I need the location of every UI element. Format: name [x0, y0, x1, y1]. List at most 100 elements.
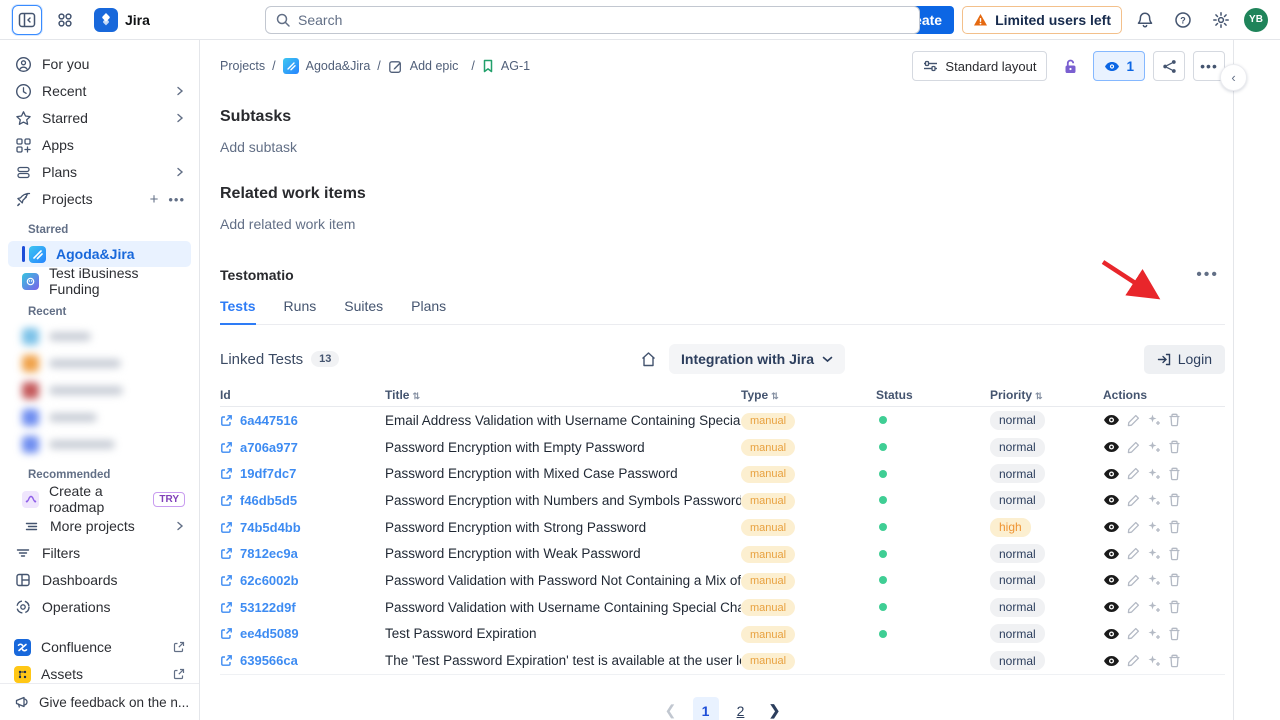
delete-test-icon[interactable] [1168, 413, 1181, 427]
add-subtask-button[interactable]: Add subtask [220, 139, 1225, 155]
app-switcher-button[interactable] [50, 5, 80, 35]
view-test-icon[interactable] [1103, 574, 1120, 586]
standard-layout-button[interactable]: Standard layout [912, 51, 1047, 81]
edit-test-icon[interactable] [1127, 467, 1140, 480]
sidebar-item-plans[interactable]: Plans [8, 159, 191, 185]
delete-test-icon[interactable] [1168, 600, 1181, 614]
view-test-icon[interactable] [1103, 441, 1120, 453]
delete-test-icon[interactable] [1168, 627, 1181, 641]
sidebar-item-starred[interactable]: Starred [8, 105, 191, 131]
test-id-link[interactable]: 7812ec9a [240, 546, 298, 561]
unlock-button[interactable] [1055, 51, 1085, 81]
login-button[interactable]: Login [1144, 345, 1225, 374]
notifications-button[interactable] [1130, 5, 1160, 35]
ai-sparkle-icon[interactable] [1147, 520, 1161, 534]
breadcrumb-issue-key[interactable]: AG-1 [501, 59, 530, 73]
help-button[interactable]: ? [1168, 5, 1198, 35]
edit-test-icon[interactable] [1127, 574, 1140, 587]
test-id-link[interactable]: 62c6002b [240, 573, 299, 588]
edit-test-icon[interactable] [1127, 414, 1140, 427]
add-related-work-button[interactable]: Add related work item [220, 216, 1225, 232]
ai-sparkle-icon[interactable] [1147, 654, 1161, 668]
breadcrumb-projects[interactable]: Projects [220, 59, 265, 73]
pagination-page-1[interactable]: 1 [693, 697, 719, 720]
delete-test-icon[interactable] [1168, 467, 1181, 481]
sidebar-item-operations[interactable]: Operations [8, 594, 191, 620]
delete-test-icon[interactable] [1168, 547, 1181, 561]
edit-test-icon[interactable] [1127, 521, 1140, 534]
column-header-priority[interactable]: Priority⇅ [990, 388, 1103, 402]
delete-test-icon[interactable] [1168, 493, 1181, 507]
collapse-panel-button[interactable]: ‹ [1220, 64, 1247, 91]
test-id-link[interactable]: f46db5d5 [240, 493, 297, 508]
recent-project-item[interactable] [8, 404, 191, 430]
edit-test-icon[interactable] [1127, 627, 1140, 640]
brand[interactable]: Jira [94, 8, 150, 32]
test-id-link[interactable]: 19df7dc7 [240, 466, 296, 481]
sidebar-item-for-you[interactable]: For you [8, 51, 191, 77]
share-button[interactable] [1153, 51, 1185, 81]
ai-sparkle-icon[interactable] [1147, 493, 1161, 507]
settings-button[interactable] [1206, 5, 1236, 35]
delete-test-icon[interactable] [1168, 573, 1181, 587]
edit-test-icon[interactable] [1127, 547, 1140, 560]
recent-project-item[interactable] [8, 323, 191, 349]
sidebar-item-recent[interactable]: Recent [8, 78, 191, 104]
ai-sparkle-icon[interactable] [1147, 627, 1161, 641]
ai-sparkle-icon[interactable] [1147, 413, 1161, 427]
test-id-link[interactable]: 639566ca [240, 653, 298, 668]
test-id-link[interactable]: 53122d9f [240, 600, 296, 615]
ai-sparkle-icon[interactable] [1147, 467, 1161, 481]
edit-test-icon[interactable] [1127, 654, 1140, 667]
view-test-icon[interactable] [1103, 521, 1120, 533]
sidebar-project-test-ibusiness[interactable]: Test iBusiness Funding [8, 268, 191, 294]
search-input[interactable] [265, 6, 920, 34]
view-test-icon[interactable] [1103, 414, 1120, 426]
view-test-icon[interactable] [1103, 494, 1120, 506]
test-id-link[interactable]: ee4d5089 [240, 626, 299, 641]
delete-test-icon[interactable] [1168, 520, 1181, 534]
recent-project-item[interactable] [8, 431, 191, 457]
sidebar-item-filters[interactable]: Filters [8, 540, 191, 566]
tab-plans[interactable]: Plans [411, 298, 446, 325]
projects-more-icon[interactable]: ••• [168, 192, 185, 207]
sidebar-toggle-button[interactable] [12, 5, 42, 35]
limited-users-button[interactable]: Limited users left [962, 6, 1122, 34]
breadcrumb-add-epic[interactable]: Add epic [410, 59, 459, 73]
delete-test-icon[interactable] [1168, 440, 1181, 454]
testomatio-more-icon[interactable]: ••• [1196, 266, 1225, 284]
view-test-icon[interactable] [1103, 548, 1120, 560]
give-feedback-button[interactable]: Give feedback on the n... [0, 683, 199, 720]
tab-tests[interactable]: Tests [220, 298, 256, 325]
ai-sparkle-icon[interactable] [1147, 547, 1161, 561]
sidebar-item-create-roadmap[interactable]: Create a roadmap TRY [8, 486, 191, 512]
user-avatar[interactable]: YB [1244, 8, 1268, 32]
test-id-link[interactable]: a706a977 [240, 440, 298, 455]
add-project-icon[interactable]: + [150, 191, 159, 208]
ai-sparkle-icon[interactable] [1147, 440, 1161, 454]
recent-project-item[interactable] [8, 377, 191, 403]
recent-project-item[interactable] [8, 350, 191, 376]
sidebar-item-dashboards[interactable]: Dashboards [8, 567, 191, 593]
test-id-link[interactable]: 6a447516 [240, 413, 298, 428]
watchers-button[interactable]: 1 [1093, 51, 1145, 81]
edit-test-icon[interactable] [1127, 494, 1140, 507]
test-id-link[interactable]: 74b5d4bb [240, 520, 301, 535]
collection-dropdown[interactable]: Integration with Jira [669, 344, 845, 374]
pagination-next-icon[interactable]: ❯ [763, 697, 787, 720]
column-header-title[interactable]: Title⇅ [385, 388, 741, 402]
column-header-type[interactable]: Type⇅ [741, 388, 876, 402]
tab-suites[interactable]: Suites [344, 298, 383, 325]
view-test-icon[interactable] [1103, 628, 1120, 640]
sidebar-item-more-projects[interactable]: More projects [8, 513, 191, 539]
ai-sparkle-icon[interactable] [1147, 573, 1161, 587]
pagination-prev-icon[interactable]: ❮ [659, 697, 683, 720]
view-test-icon[interactable] [1103, 655, 1120, 667]
sidebar-item-confluence[interactable]: Confluence [8, 634, 191, 660]
delete-test-icon[interactable] [1168, 654, 1181, 668]
breadcrumb-project[interactable]: Agoda&Jira [306, 59, 371, 73]
ai-sparkle-icon[interactable] [1147, 600, 1161, 614]
sidebar-item-apps[interactable]: Apps [8, 132, 191, 158]
edit-test-icon[interactable] [1127, 441, 1140, 454]
sidebar-project-agoda-jira[interactable]: Agoda&Jira [8, 241, 191, 267]
